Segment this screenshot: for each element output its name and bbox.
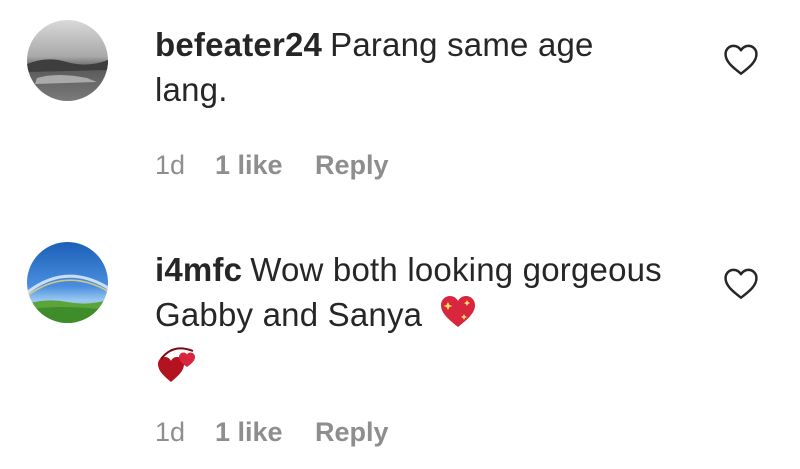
comment-username[interactable]: befeater24 xyxy=(155,26,322,63)
comment-text-block: i4mfc Wow both looking gorgeous Gabby and… xyxy=(155,247,675,396)
heart-icon[interactable] xyxy=(722,42,760,76)
avatar[interactable] xyxy=(27,20,108,101)
comment-time[interactable]: 1d xyxy=(155,417,215,448)
avatar-image xyxy=(27,20,108,101)
comment-text-block: befeater24 Parang same age lang. xyxy=(155,22,675,112)
comment-item: i4mfc Wow both looking gorgeous Gabby and… xyxy=(0,225,800,469)
avatar-image xyxy=(27,242,108,323)
avatar[interactable] xyxy=(27,242,108,323)
comment-likes[interactable]: 1 like xyxy=(215,417,315,448)
comment-likes[interactable]: 1 like xyxy=(215,150,315,181)
comment-username[interactable]: i4mfc xyxy=(155,251,242,288)
sparkling-heart-emoji-icon xyxy=(438,294,478,341)
reply-button[interactable]: Reply xyxy=(315,417,389,448)
heart-icon[interactable] xyxy=(722,266,760,300)
comment-meta: 1d 1 like Reply xyxy=(155,150,389,181)
reply-button[interactable]: Reply xyxy=(315,150,389,181)
comment-time[interactable]: 1d xyxy=(155,150,215,181)
comment-item: befeater24 Parang same age lang. 1d 1 lik… xyxy=(0,0,800,210)
comment-meta: 1d 1 like Reply xyxy=(155,417,389,448)
revolving-hearts-emoji-icon xyxy=(155,345,199,396)
